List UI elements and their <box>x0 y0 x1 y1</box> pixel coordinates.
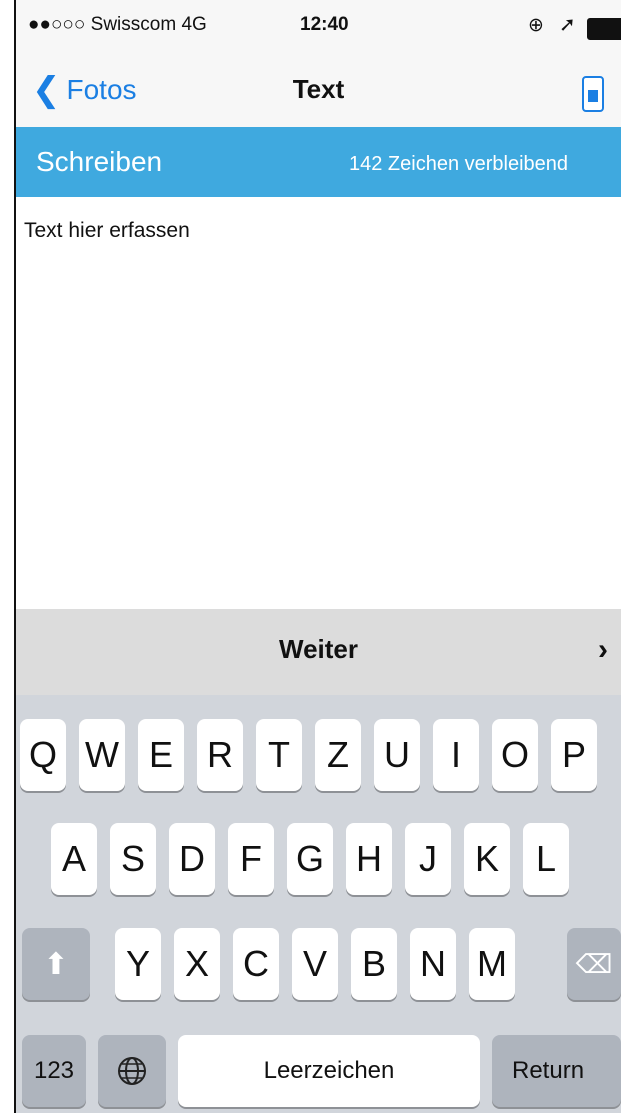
status-bar: ●●○○○ Swisscom 4G 12:40 ⊕ ➚ <box>16 0 621 52</box>
compose-title: Schreiben <box>36 146 163 177</box>
key[interactable]: N <box>410 928 456 1000</box>
text-input-area[interactable]: Text hier erfassen <box>16 197 621 609</box>
clock: 12:40 <box>300 14 349 35</box>
numbers-key[interactable]: 123 <box>22 1035 86 1107</box>
location-arrow-icon: ➚ <box>559 14 576 36</box>
key[interactable]: D <box>169 823 215 895</box>
backspace-icon: ⌫ <box>575 948 613 979</box>
key[interactable]: P <box>551 719 597 791</box>
key[interactable]: I <box>433 719 479 791</box>
shift-key[interactable]: ⬆ <box>22 928 90 1000</box>
space-key[interactable]: Leerzeichen <box>178 1035 480 1107</box>
key[interactable]: F <box>228 823 274 895</box>
key[interactable]: K <box>464 823 510 895</box>
key[interactable]: A <box>51 823 97 895</box>
key[interactable]: M <box>469 928 515 1000</box>
key[interactable]: J <box>405 823 451 895</box>
navigation-bar: ❮ Fotos Text <box>16 52 621 128</box>
key[interactable]: C <box>233 928 279 1000</box>
key[interactable]: G <box>287 823 333 895</box>
key[interactable]: Y <box>115 928 161 1000</box>
globe-key[interactable] <box>98 1035 166 1107</box>
chevron-right-icon[interactable]: › <box>598 633 608 667</box>
left-border <box>14 0 16 1113</box>
key[interactable]: T <box>256 719 302 791</box>
characters-remaining: 142 Zeichen verbleibend <box>349 153 569 175</box>
key[interactable]: U <box>374 719 420 791</box>
key[interactable]: O <box>492 719 538 791</box>
key[interactable]: W <box>79 719 125 791</box>
key[interactable]: H <box>346 823 392 895</box>
weiter-button[interactable]: Weiter <box>16 634 621 665</box>
app-screen: ●●○○○ Swisscom 4G 12:40 ⊕ ➚ ❮ Fotos Text… <box>0 0 621 1113</box>
key[interactable]: V <box>292 928 338 1000</box>
return-key[interactable]: Return <box>492 1035 621 1107</box>
page-title: Text <box>292 74 345 104</box>
globe-icon <box>118 1057 146 1085</box>
key[interactable]: Z <box>315 719 361 791</box>
delete-key[interactable]: ⌫ <box>567 928 621 1000</box>
key[interactable]: B <box>351 928 397 1000</box>
lock-rotation-icon: ⊕ <box>528 15 544 36</box>
shift-icon: ⬆ <box>43 947 69 981</box>
carrier-label: ●●○○○ Swisscom 4G <box>28 14 207 35</box>
text-placeholder: Text hier erfassen <box>24 219 190 242</box>
key[interactable]: S <box>110 823 156 895</box>
keyboard: Q W E R T Z U I O P A S D F G H J K L ⬆ … <box>16 695 621 1113</box>
battery-icon <box>587 18 621 40</box>
key[interactable]: R <box>197 719 243 791</box>
key[interactable]: X <box>174 928 220 1000</box>
key[interactable]: Q <box>20 719 66 791</box>
compose-header: Schreiben 142 Zeichen verbleibend <box>16 127 621 197</box>
key[interactable]: L <box>523 823 569 895</box>
text-format-icon[interactable] <box>582 76 604 112</box>
keyboard-toolbar: Weiter › <box>16 609 621 695</box>
key[interactable]: E <box>138 719 184 791</box>
